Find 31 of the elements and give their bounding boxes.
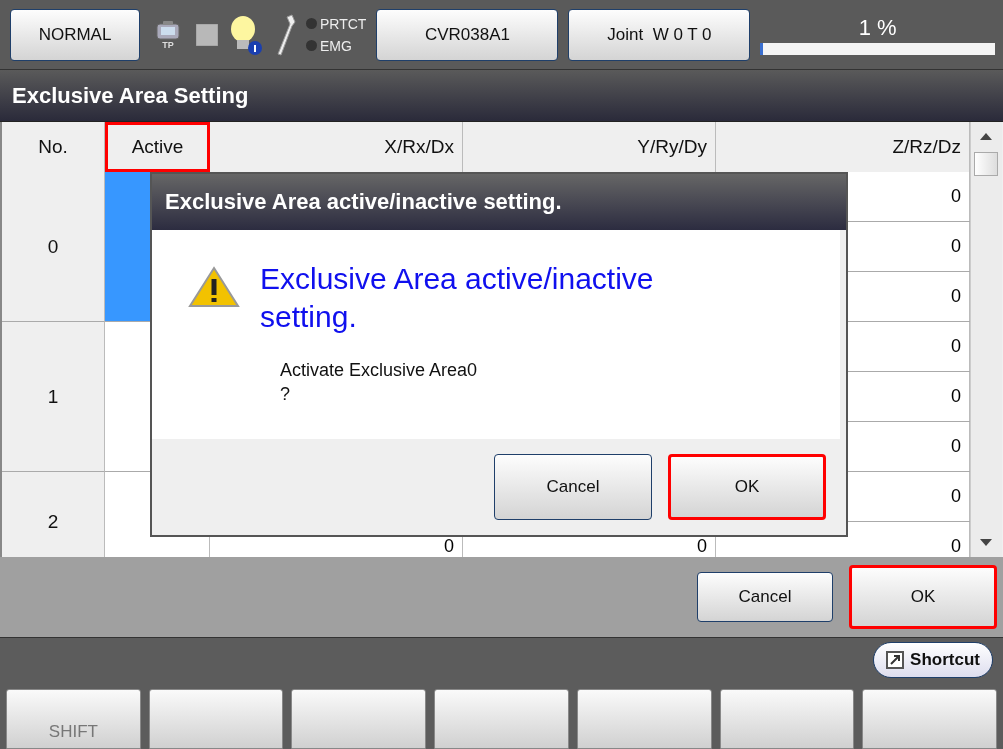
action-button[interactable]: Cancel [697, 572, 833, 622]
function-key[interactable] [576, 689, 712, 749]
indicator-label: EMG [320, 37, 352, 54]
warning-icon [188, 266, 240, 308]
dialog-title: Exclusive Area active/inactive setting. [165, 189, 562, 215]
scroll-thumb[interactable] [974, 152, 998, 176]
dialog-button[interactable]: Cancel [494, 454, 652, 520]
function-key[interactable] [862, 689, 997, 749]
function-key[interactable] [148, 689, 284, 749]
dialog-heading: Exclusive Area active/inactive setting. [260, 261, 655, 335]
shortcut-button[interactable]: Shortcut [873, 642, 993, 678]
indicator-label: PRTCT [320, 15, 367, 32]
function-key[interactable] [719, 689, 855, 749]
mode-button[interactable]: NORMAL [10, 8, 140, 61]
function-key[interactable] [434, 689, 569, 749]
page-title: Exclusive Area Setting [12, 82, 249, 109]
action-button[interactable]: OK [849, 565, 997, 629]
scroll-up-icon[interactable] [980, 132, 992, 140]
coordinate-button[interactable]: Joint W 0 T 0 [568, 8, 751, 61]
function-key[interactable] [291, 689, 427, 749]
row-number: 0 [2, 172, 105, 322]
dialog-button[interactable]: OK [668, 454, 826, 520]
scroll-down-icon[interactable] [980, 539, 992, 547]
speed-reading: 1 % [858, 14, 897, 41]
wrench-icon [274, 13, 296, 56]
dialog-message: Activate Exclusive Area0 ? [279, 359, 479, 406]
lightbulb-info-icon [228, 13, 264, 56]
program-button[interactable]: CVR038A1 [376, 8, 559, 61]
scrollbar[interactable] [970, 122, 1002, 557]
row-number: 1 [2, 322, 105, 472]
column-header: Active [105, 122, 210, 172]
